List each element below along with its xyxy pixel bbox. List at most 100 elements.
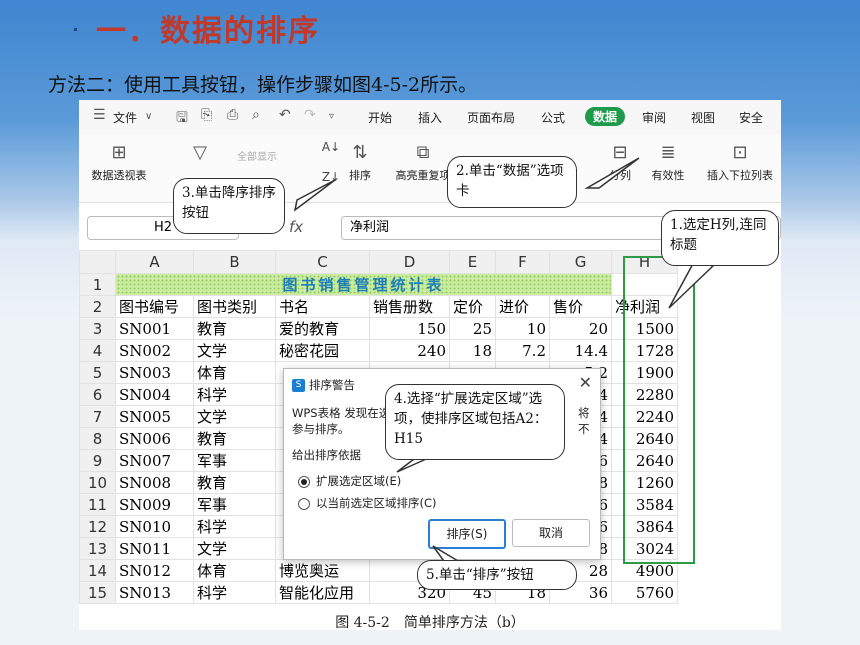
sort-descending-button[interactable]: Z↓ [321, 170, 341, 184]
cell-name[interactable]: 智能化应用 [275, 581, 370, 604]
cell-profit[interactable]: 1500 [611, 317, 678, 340]
cell-cat[interactable]: 科学 [193, 383, 276, 406]
cell-profit[interactable]: 2280 [611, 383, 678, 406]
cell-id[interactable]: SN006 [115, 427, 194, 450]
menu-icon[interactable]: ☰ [93, 107, 106, 123]
tab-insert[interactable]: 插入 [418, 109, 442, 126]
insert-dropdown-button[interactable]: ⊡ 插入下拉列表 [701, 142, 779, 183]
cell-cat[interactable]: 军事 [193, 449, 276, 472]
row-header[interactable]: 13 [79, 537, 116, 560]
close-icon[interactable]: ✕ [579, 373, 592, 392]
cell-profit[interactable]: 2240 [611, 405, 678, 428]
cell-cat[interactable]: 科学 [193, 581, 276, 604]
print-preview-icon[interactable]: ⌕ [252, 107, 260, 123]
cell-cat[interactable]: 文学 [193, 339, 276, 362]
header-cell[interactable]: 图书类别 [193, 295, 276, 318]
cell-name[interactable]: 秘密花园 [275, 339, 370, 362]
cell-profit[interactable]: 5760 [611, 581, 678, 604]
cell-cat[interactable]: 教育 [193, 317, 276, 340]
customize-icon[interactable]: ▿ [329, 111, 334, 122]
cell-profit[interactable]: 1900 [611, 361, 678, 384]
header-cell[interactable]: 进价 [495, 295, 550, 318]
tab-home[interactable]: 开始 [368, 109, 392, 126]
cell-profit[interactable]: 2640 [611, 449, 678, 472]
cell-cost[interactable]: 10 [495, 317, 550, 340]
cell-sale[interactable]: 14.4 [549, 339, 612, 362]
cell-profit[interactable]: 3024 [611, 537, 678, 560]
corner-cell[interactable] [79, 250, 116, 274]
row-header[interactable]: 8 [79, 427, 116, 450]
row-header[interactable]: 1 [79, 273, 116, 296]
cell-cat[interactable]: 文学 [193, 537, 276, 560]
row-header[interactable]: 6 [79, 383, 116, 406]
header-cell[interactable]: 定价 [449, 295, 496, 318]
filter-button[interactable]: ▽ [185, 142, 215, 167]
row-header[interactable]: 12 [79, 515, 116, 538]
cell-profit[interactable]: 3864 [611, 515, 678, 538]
cell-id[interactable]: SN012 [115, 559, 194, 582]
cell-cat[interactable]: 军事 [193, 493, 276, 516]
highlight-duplicates-button[interactable]: ⧉ 高亮重复项 [393, 142, 453, 183]
cell-profit[interactable]: 1728 [611, 339, 678, 362]
tab-formulas[interactable]: 公式 [541, 109, 565, 126]
cell-id[interactable]: SN009 [115, 493, 194, 516]
cell-id[interactable]: SN004 [115, 383, 194, 406]
cell-profit[interactable]: 1260 [611, 471, 678, 494]
row-header[interactable]: 14 [79, 559, 116, 582]
cancel-button[interactable]: 取消 [512, 519, 590, 547]
cell-qty[interactable]: 150 [369, 317, 450, 340]
tab-security[interactable]: 安全 [739, 109, 763, 126]
cell-profit[interactable]: 3584 [611, 493, 678, 516]
show-all-button[interactable]: 全部显示 [227, 148, 287, 163]
header-cell[interactable]: 书名 [275, 295, 370, 318]
validity-button[interactable]: ≣ 有效性 [643, 142, 693, 183]
header-cell[interactable]: 销售册数 [369, 295, 450, 318]
column-header-d[interactable]: D [369, 250, 450, 274]
tab-data[interactable]: 数据 [585, 107, 626, 126]
row-header[interactable]: 7 [79, 405, 116, 428]
cell-name[interactable]: 博览奥运 [275, 559, 370, 582]
column-header-b[interactable]: B [193, 250, 276, 274]
cell-id[interactable]: SN013 [115, 581, 194, 604]
tab-page-layout[interactable]: 页面布局 [467, 109, 515, 126]
cell-cat[interactable]: 体育 [193, 559, 276, 582]
export-icon[interactable]: ⎘ [201, 107, 212, 123]
cell-profit[interactable]: 4900 [611, 559, 678, 582]
header-cell[interactable]: 图书编号 [115, 295, 194, 318]
cell-cat[interactable]: 教育 [193, 427, 276, 450]
sheet-title[interactable]: 图书销售管理统计表 [115, 273, 612, 296]
cell-id[interactable]: SN001 [115, 317, 194, 340]
row-header[interactable]: 10 [79, 471, 116, 494]
cell-sale[interactable]: 20 [549, 317, 612, 340]
undo-icon[interactable]: ↶ [279, 107, 291, 123]
sort-button[interactable]: ⇅ 排序 [345, 142, 375, 183]
print-icon[interactable]: ⎙ [227, 107, 238, 123]
column-header-e[interactable]: E [449, 250, 496, 274]
cell-cost[interactable]: 7.2 [495, 339, 550, 362]
column-header-f[interactable]: F [495, 250, 550, 274]
save-icon[interactable]: 🖫 [176, 107, 188, 131]
cell-id[interactable]: SN005 [115, 405, 194, 428]
row-header[interactable]: 2 [79, 295, 116, 318]
cell-price[interactable]: 18 [449, 339, 496, 362]
row-header[interactable]: 11 [79, 493, 116, 516]
pivot-table-button[interactable]: ⊞ 数据透视表 [87, 142, 151, 183]
row-header[interactable]: 9 [79, 449, 116, 472]
cell-qty[interactable]: 240 [369, 339, 450, 362]
file-menu[interactable]: 文件 [113, 109, 137, 126]
redo-icon[interactable]: ↷ [304, 107, 316, 123]
cell-id[interactable]: SN002 [115, 339, 194, 362]
column-header-a[interactable]: A [115, 250, 194, 274]
cell-id[interactable]: SN003 [115, 361, 194, 384]
tab-review[interactable]: 审阅 [642, 109, 666, 126]
cell-id[interactable]: SN007 [115, 449, 194, 472]
header-cell[interactable]: 净利润 [611, 295, 678, 318]
row-header[interactable]: 3 [79, 317, 116, 340]
cell-id[interactable]: SN010 [115, 515, 194, 538]
cell-name[interactable]: 爱的教育 [275, 317, 370, 340]
table-cell[interactable] [611, 273, 678, 296]
row-header[interactable]: 15 [79, 581, 116, 604]
column-header-g[interactable]: G [549, 250, 612, 274]
tab-view[interactable]: 视图 [691, 109, 715, 126]
cell-price[interactable]: 25 [449, 317, 496, 340]
